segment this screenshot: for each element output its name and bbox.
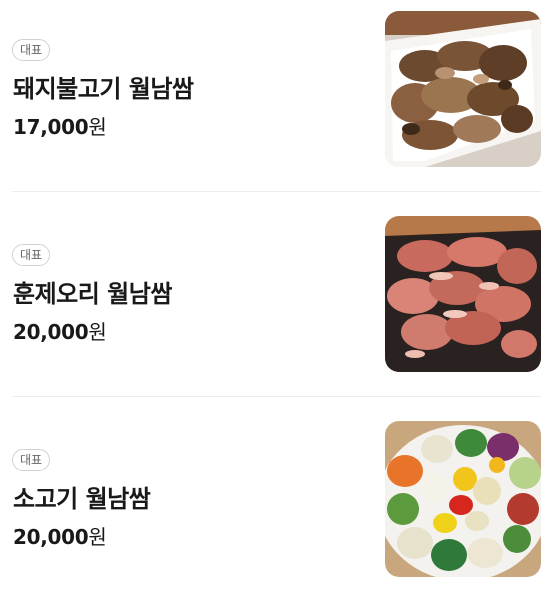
menu-item-price: 20,000원 [13, 316, 107, 345]
menu-item-name: 돼지불고기 월남쌈 [13, 75, 194, 103]
menu-item-name: 소고기 월남쌈 [13, 485, 151, 513]
price-value: 17,000 [13, 115, 89, 139]
menu-item-photo[interactable] [385, 216, 541, 372]
menu-item-price: 20,000원 [13, 521, 107, 550]
signature-badge: 대표 [12, 39, 51, 61]
menu-item-price: 17,000원 [13, 111, 107, 140]
beef-vegetable-platter-photo [385, 421, 541, 577]
menu-item-photo[interactable] [385, 11, 541, 167]
signature-badge: 대표 [12, 244, 51, 266]
menu-item-smoked-duck[interactable]: 대표 훈제오리 월남쌈 20,000원 [0, 216, 547, 373]
pork-bulgogi-photo [385, 11, 541, 167]
item-divider [12, 191, 541, 192]
signature-badge: 대표 [12, 449, 51, 471]
price-unit: 원 [88, 525, 107, 549]
price-value: 20,000 [13, 525, 89, 549]
menu-item-name: 훈제오리 월남쌈 [13, 280, 172, 308]
price-unit: 원 [88, 115, 107, 139]
menu-item-beef[interactable]: 대표 소고기 월남쌈 20,000원 [0, 421, 547, 578]
menu-list: 대표 돼지불고기 월남쌈 17,000원 대표 훈제오리 월남쌈 20,000원… [0, 0, 547, 596]
item-divider [12, 396, 541, 397]
price-value: 20,000 [13, 320, 89, 344]
menu-item-pork-bulgogi[interactable]: 대표 돼지불고기 월남쌈 17,000원 [0, 11, 547, 168]
smoked-duck-photo [385, 216, 541, 372]
price-unit: 원 [88, 320, 107, 344]
menu-item-photo[interactable] [385, 421, 541, 577]
